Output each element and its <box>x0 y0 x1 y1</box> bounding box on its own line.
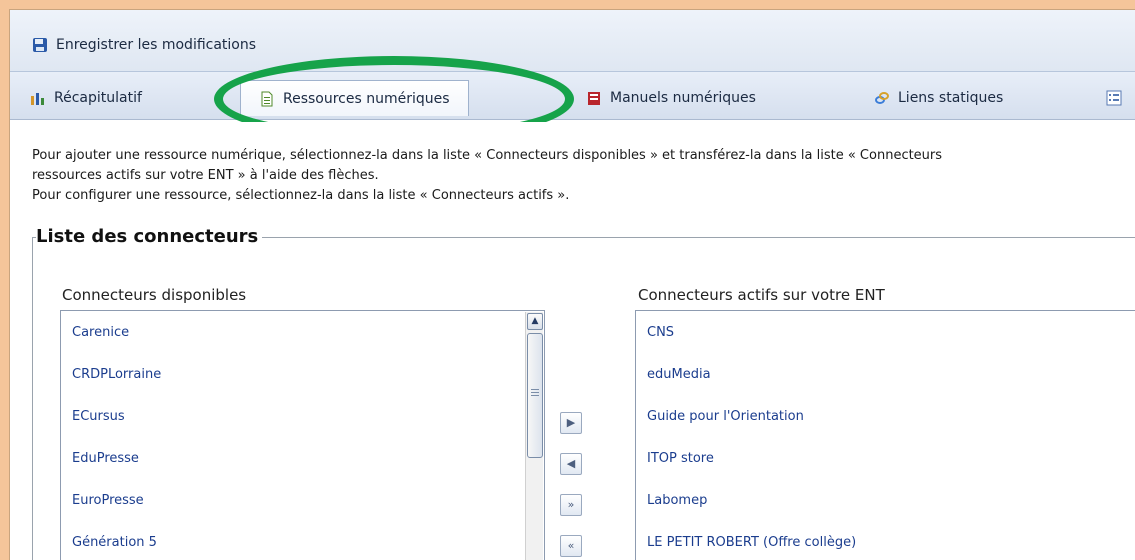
move-right-icon: ▶ <box>566 416 576 429</box>
fieldset-border-left <box>32 237 33 560</box>
tab-recapitulatif[interactable]: Récapitulatif <box>30 82 142 114</box>
list-icon <box>1106 90 1122 106</box>
tab-label: Liens statiques <box>898 90 1004 106</box>
tab-label: Ressources numériques <box>283 90 450 107</box>
move-all-left-icon: « <box>567 539 575 552</box>
list-item[interactable]: LE PETIT ROBERT (Offre collège) <box>636 521 1135 560</box>
list-item[interactable]: ECursus <box>61 395 544 437</box>
list-item[interactable]: Labomep <box>636 479 1135 521</box>
link-icon <box>874 90 890 106</box>
list-item[interactable]: CRDPLorraine <box>61 353 544 395</box>
instructions: Pour ajouter une ressource numérique, sé… <box>32 146 942 206</box>
list-item[interactable]: CNS <box>636 311 1135 353</box>
move-left-button[interactable]: ◀ <box>560 453 582 475</box>
active-connectors-list[interactable]: CNS eduMedia Guide pour l'Orientation IT… <box>635 310 1135 560</box>
list-item[interactable]: Génération 5 <box>61 521 544 560</box>
bar-chart-icon <box>30 90 46 106</box>
scroll-thumb[interactable] <box>527 333 543 458</box>
tab-bar: Récapitulatif Ressources numériques Manu… <box>10 72 1135 120</box>
list-item[interactable]: ITOP store <box>636 437 1135 479</box>
tab-ressources-numeriques[interactable]: Ressources numériques <box>240 80 469 116</box>
list-item[interactable]: Carenice <box>61 311 544 353</box>
tab-manuels-numeriques[interactable]: Manuels numériques <box>586 82 756 114</box>
save-label: Enregistrer les modifications <box>56 37 257 53</box>
instructions-line-3: Pour configurer une ressource, sélection… <box>32 188 570 203</box>
scroll-up-button[interactable]: ▲ <box>527 313 543 330</box>
tab-liens-statiques[interactable]: Liens statiques <box>874 82 1003 114</box>
list-item[interactable]: EuroPresse <box>61 479 544 521</box>
instructions-line-2: ressources actifs sur votre ENT » à l'ai… <box>32 168 379 183</box>
list-item[interactable]: eduMedia <box>636 353 1135 395</box>
book-icon <box>586 90 602 106</box>
active-list-title: Connecteurs actifs sur votre ENT <box>638 286 885 304</box>
move-all-right-icon: » <box>567 498 575 511</box>
list-item[interactable]: Guide pour l'Orientation <box>636 395 1135 437</box>
grip-icon <box>531 389 539 390</box>
instructions-line-1: Pour ajouter une ressource numérique, sé… <box>32 148 943 163</box>
section-title: Liste des connecteurs <box>36 226 263 247</box>
main-content: Pour ajouter une ressource numérique, sé… <box>10 122 1135 560</box>
document-icon <box>259 91 275 107</box>
available-connectors-list[interactable]: Carenice CRDPLorraine ECursus EduPresse … <box>60 310 545 560</box>
move-left-icon: ◀ <box>566 457 576 470</box>
tab-overflow[interactable] <box>1106 82 1122 114</box>
save-button[interactable]: Enregistrer les modifications <box>10 32 256 58</box>
tab-label: Manuels numériques <box>610 90 756 106</box>
scrollbar[interactable]: ▲ <box>525 312 543 560</box>
tab-label: Récapitulatif <box>54 90 142 106</box>
move-all-right-button[interactable]: » <box>560 494 582 516</box>
move-right-button[interactable]: ▶ <box>560 412 582 434</box>
available-list-title: Connecteurs disponibles <box>62 286 247 304</box>
app-window: Enregistrer les modifications Récapitula… <box>9 9 1135 560</box>
save-disk-icon <box>32 37 48 53</box>
list-item[interactable]: EduPresse <box>61 437 544 479</box>
toolbar: Enregistrer les modifications <box>10 10 1135 72</box>
move-all-left-button[interactable]: « <box>560 535 582 557</box>
